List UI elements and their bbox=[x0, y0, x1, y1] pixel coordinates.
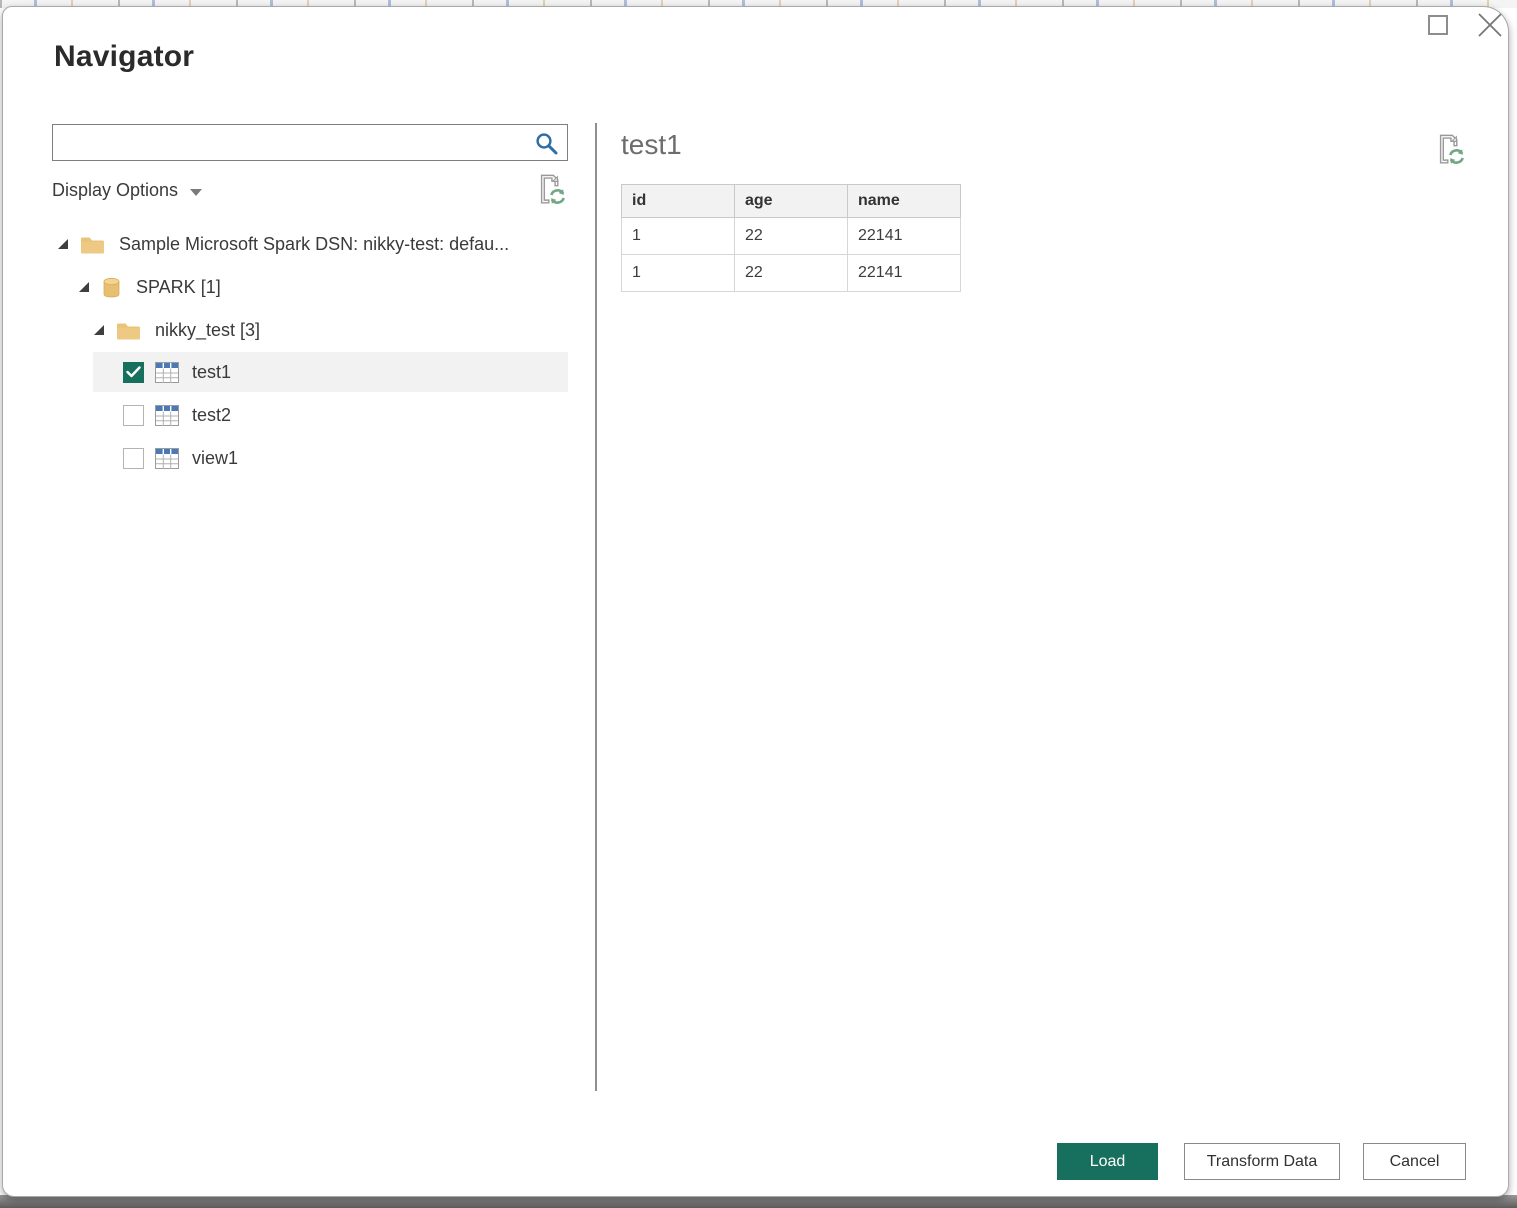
search-icon[interactable] bbox=[534, 131, 560, 162]
expand-triangle-icon[interactable] bbox=[94, 325, 104, 335]
table-cell: 22141 bbox=[848, 255, 961, 292]
close-icon[interactable] bbox=[1475, 10, 1505, 40]
tree-node-label: Sample Microsoft Spark DSN: nikky-test: … bbox=[119, 234, 509, 255]
chevron-down-icon bbox=[190, 189, 202, 196]
tree-node-dsn[interactable]: Sample Microsoft Spark DSN: nikky-test: … bbox=[52, 223, 569, 266]
checkbox-test1[interactable] bbox=[123, 362, 144, 383]
refresh-tree-icon[interactable] bbox=[538, 174, 568, 208]
page-title: Navigator bbox=[54, 40, 194, 74]
table-row: 1 22 22141 bbox=[622, 255, 961, 292]
search-box bbox=[52, 124, 568, 161]
tree-node-spark[interactable]: SPARK [1] bbox=[52, 266, 569, 309]
table-cell: 22 bbox=[735, 255, 848, 292]
display-options-label: Display Options bbox=[52, 180, 178, 201]
tree-node-label: SPARK [1] bbox=[136, 277, 221, 298]
table-cell: 1 bbox=[622, 255, 735, 292]
table-icon bbox=[155, 448, 179, 469]
checkbox-view1[interactable] bbox=[123, 448, 144, 469]
tree-item-label: test2 bbox=[192, 405, 231, 426]
folder-icon bbox=[80, 234, 105, 255]
tree-item-label: view1 bbox=[192, 448, 238, 469]
tree-item-test1[interactable]: test1 bbox=[93, 352, 568, 392]
column-header: id bbox=[622, 185, 735, 218]
table-cell: 22 bbox=[735, 218, 848, 255]
table-row: 1 22 22141 bbox=[622, 218, 961, 255]
table-cell: 22141 bbox=[848, 218, 961, 255]
preview-title: test1 bbox=[621, 129, 682, 161]
search-input[interactable] bbox=[53, 125, 531, 160]
tree-node-label: nikky_test [3] bbox=[155, 320, 260, 341]
cancel-button[interactable]: Cancel bbox=[1363, 1143, 1466, 1180]
tree-node-nikky-test[interactable]: nikky_test [3] bbox=[52, 309, 569, 352]
refresh-preview-icon[interactable] bbox=[1437, 134, 1467, 168]
navigator-dialog: Navigator Display Options Sample Microso… bbox=[2, 6, 1509, 1197]
preview-table: id age name 1 22 22141 1 22 22141 bbox=[621, 184, 961, 292]
navigation-tree: Sample Microsoft Spark DSN: nikky-test: … bbox=[52, 223, 569, 481]
display-options-dropdown[interactable]: Display Options bbox=[52, 180, 202, 201]
expand-triangle-icon[interactable] bbox=[79, 282, 89, 292]
tree-item-view1[interactable]: view1 bbox=[93, 438, 568, 478]
table-icon bbox=[155, 362, 179, 383]
display-options-row: Display Options bbox=[52, 177, 568, 211]
tree-item-test2[interactable]: test2 bbox=[93, 395, 568, 435]
load-button[interactable]: Load bbox=[1057, 1143, 1158, 1180]
column-header: name bbox=[848, 185, 961, 218]
database-icon bbox=[101, 277, 122, 298]
table-icon bbox=[155, 405, 179, 426]
preview-table-header-row: id age name bbox=[622, 185, 961, 218]
pane-divider bbox=[595, 123, 597, 1091]
tree-item-label: test1 bbox=[192, 362, 231, 383]
folder-icon bbox=[116, 320, 141, 341]
checkbox-test2[interactable] bbox=[123, 405, 144, 426]
expand-triangle-icon[interactable] bbox=[58, 239, 68, 249]
maximize-icon[interactable] bbox=[1428, 15, 1448, 35]
table-cell: 1 bbox=[622, 218, 735, 255]
transform-data-button[interactable]: Transform Data bbox=[1184, 1143, 1340, 1180]
column-header: age bbox=[735, 185, 848, 218]
